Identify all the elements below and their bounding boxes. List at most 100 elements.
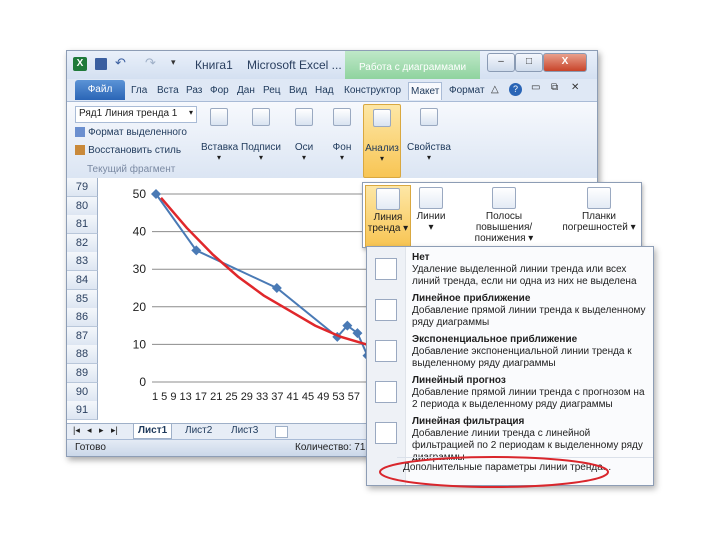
sheet-nav-first-icon[interactable]: |◂ (73, 425, 80, 436)
undo-icon[interactable]: ↶ (115, 55, 126, 71)
menu-item-linear-forecast[interactable]: Линейный прогноз Добавление прямой линии… (367, 372, 653, 413)
close-button[interactable]: X (543, 53, 587, 72)
menu-item-title: Нет (412, 252, 430, 263)
row-header[interactable]: 83 (67, 252, 98, 272)
trend-exponential-icon (375, 340, 397, 362)
menu-item-none[interactable]: Нет Удаление выделенной линии тренда или… (367, 249, 653, 290)
row-header[interactable]: 84 (67, 271, 98, 290)
menu-item-title: Линейное приближение (412, 293, 531, 304)
tab-addins[interactable]: Над (313, 82, 336, 99)
chart-element-selector[interactable]: Ряд1 Линия тренда 1 ▾ (75, 106, 197, 123)
row-header[interactable]: 87 (67, 326, 98, 346)
save-icon[interactable] (95, 58, 107, 70)
tab-layout[interactable]: Макет (408, 82, 443, 100)
tab-data[interactable]: Дан (235, 82, 257, 99)
ribbon: Ряд1 Линия тренда 1 ▾ Формат выделенного… (67, 101, 597, 179)
tab-home[interactable]: Гла (129, 82, 149, 99)
doc-minimize-icon[interactable]: ▭ (531, 82, 540, 93)
y-tick-label: 20 (133, 300, 147, 314)
tab-insert[interactable]: Вста (155, 82, 181, 99)
tab-page-layout[interactable]: Раз (184, 82, 204, 99)
redo-icon[interactable]: ↷ (145, 55, 156, 71)
error-bars-label-2: погрешностей ▾ (562, 222, 636, 233)
row-header[interactable]: 89 (67, 364, 98, 383)
minimize-button[interactable]: – (487, 53, 515, 72)
sheet-tab-3[interactable]: Лист3 (227, 424, 262, 438)
menu-item-moving-average[interactable]: Линейная фильтрация Добавление линии тре… (367, 413, 653, 463)
up-down-bars-label-1: Полосы (485, 211, 523, 222)
trendline-menu: Нет Удаление выделенной линии тренда или… (366, 246, 654, 486)
more-trendline-options[interactable]: Дополнительные параметры линии тренда... (397, 460, 655, 476)
tab-design[interactable]: Конструктор (342, 82, 403, 99)
excel-logo-icon[interactable]: X (73, 57, 87, 71)
ribbon-collapse-icon[interactable]: △ (491, 84, 499, 95)
row-header[interactable]: 90 (67, 382, 98, 402)
row-header[interactable]: 80 (67, 196, 98, 216)
up-down-bars-icon (492, 187, 516, 209)
doc-restore-icon[interactable]: ⧉ (551, 82, 558, 93)
menu-separator (397, 457, 653, 458)
doc-close-icon[interactable]: ✕ (571, 82, 579, 93)
row-header[interactable]: 85 (67, 289, 98, 309)
error-bars-button[interactable]: Планки погрешностей ▾ (559, 185, 639, 245)
chevron-down-icon: ▾ (426, 153, 431, 162)
group-insert[interactable]: Вставка ▾ (201, 108, 238, 162)
reset-style-button[interactable]: Восстановить стиль (75, 144, 181, 158)
trendline-label-2: тренда ▾ (367, 223, 409, 234)
tab-review[interactable]: Рец (261, 82, 283, 99)
sheet-tab-2[interactable]: Лист2 (181, 424, 216, 438)
trend-linear-icon (375, 299, 397, 321)
labels-icon (252, 108, 270, 126)
format-selection-button[interactable]: Формат выделенного (75, 126, 187, 140)
menu-item-linear[interactable]: Линейное приближение Добавление прямой л… (367, 290, 653, 331)
y-tick-label: 0 (139, 375, 146, 389)
trend-none-icon (375, 258, 397, 280)
group-labels[interactable]: Подписи ▾ (241, 108, 281, 162)
sheet-tab-1[interactable]: Лист1 (133, 424, 173, 439)
menu-item-exponential[interactable]: Экспоненциальное приближение Добавление … (367, 331, 653, 372)
sheet-nav-last-icon[interactable]: ▸| (111, 425, 118, 436)
sheet-nav-prev-icon[interactable]: ◂ (87, 425, 92, 436)
current-fragment-group-label: Текущий фрагмент (87, 164, 176, 175)
analysis-icon (373, 109, 391, 127)
tab-formulas[interactable]: Фор (208, 82, 231, 99)
row-header[interactable]: 82 (67, 233, 98, 253)
group-analysis[interactable]: Анализ ▾ (363, 104, 401, 178)
group-background[interactable]: Фон ▾ (327, 108, 357, 162)
trendline-label-1: Линия (373, 212, 403, 223)
tab-view[interactable]: Вид (287, 82, 309, 99)
chevron-down-icon: ▾ (258, 153, 263, 162)
maximize-button[interactable]: □ (515, 53, 543, 72)
group-axes[interactable]: Оси ▾ (289, 108, 319, 162)
lines-icon (419, 187, 443, 209)
quick-access-dropdown-icon[interactable]: ▾ (171, 57, 176, 68)
menu-item-desc: Удаление выделенной линии тренда или все… (412, 264, 637, 287)
chart-tools-context-tab: Работа с диаграммами (345, 51, 480, 79)
chevron-down-icon: ▾ (379, 154, 384, 163)
lines-button[interactable]: Линии ▾ (411, 185, 451, 245)
chart-element-selector-value: Ряд1 Линия тренда 1 (79, 108, 178, 119)
menu-item-desc: Добавление линии тренда с линейной фильт… (412, 428, 643, 463)
row-header[interactable]: 86 (67, 308, 98, 328)
reset-style-label: Восстановить стиль (88, 145, 182, 156)
tab-format[interactable]: Формат (447, 82, 487, 99)
row-header[interactable]: 81 (67, 215, 98, 235)
row-header[interactable]: 91 (67, 401, 98, 421)
format-selection-icon (75, 127, 85, 138)
up-down-bars-label-2: повышения/понижения ▾ (474, 222, 534, 244)
group-axes-label: Оси (294, 142, 314, 153)
group-background-label: Фон (332, 142, 352, 153)
window-title-doc: Книга1 (195, 58, 233, 72)
group-properties[interactable]: Свойства ▾ (407, 108, 451, 162)
menu-item-title: Экспоненциальное приближение (412, 334, 578, 345)
error-bars-label-1: Планки (581, 211, 617, 222)
tab-file[interactable]: Файл (75, 80, 125, 100)
row-header[interactable]: 79 (67, 178, 98, 197)
error-bars-icon (587, 187, 611, 209)
row-header[interactable]: 88 (67, 345, 98, 365)
help-icon[interactable]: ? (509, 83, 522, 96)
insert-sheet-icon[interactable] (275, 426, 288, 438)
up-down-bars-button[interactable]: Полосы повышения/понижения ▾ (451, 185, 557, 245)
sheet-nav-next-icon[interactable]: ▸ (99, 425, 104, 436)
trendline-button[interactable]: Линия тренда ▾ (365, 185, 411, 247)
